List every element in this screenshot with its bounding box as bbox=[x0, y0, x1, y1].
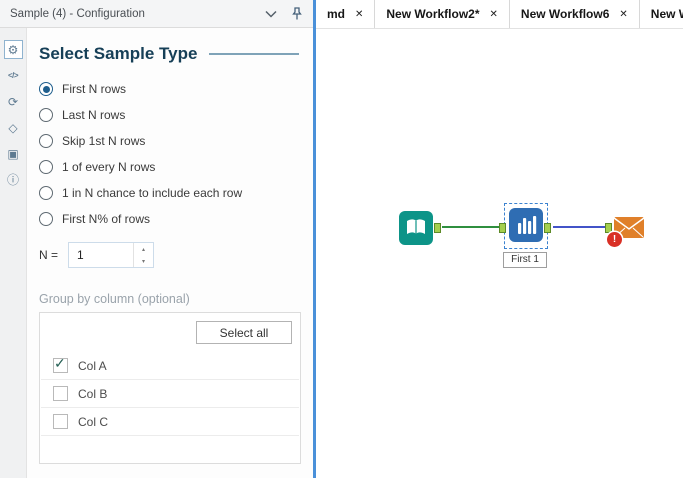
tab-workflow-partial[interactable]: md ✕ bbox=[316, 0, 376, 28]
radio-label: First N% of rows bbox=[62, 212, 151, 226]
radio-label: Skip 1st N rows bbox=[62, 134, 146, 148]
radio-option-last-n-rows[interactable]: Last N rows bbox=[39, 102, 301, 128]
n-spinner: ▴ ▾ bbox=[133, 243, 153, 267]
sample-tool[interactable] bbox=[509, 208, 543, 242]
n-input[interactable] bbox=[69, 243, 134, 267]
config-content: Select Sample Type First N rows Last N r… bbox=[27, 28, 313, 478]
group-by-box: Select all ✓ Col A Col B Col C bbox=[39, 312, 301, 464]
section-rule bbox=[209, 53, 299, 55]
radio-icon bbox=[39, 160, 53, 174]
checkbox-icon bbox=[53, 414, 68, 429]
sample-type-options: First N rows Last N rows Skip 1st N rows… bbox=[39, 76, 301, 232]
column-label: Col B bbox=[78, 386, 108, 401]
tab-new-workflow6[interactable]: New Workflow6 ✕ bbox=[510, 0, 640, 28]
sync-icon[interactable]: ⟳ bbox=[4, 92, 23, 111]
tab-label: md bbox=[327, 7, 345, 21]
connection-green[interactable] bbox=[442, 226, 503, 228]
radio-icon bbox=[39, 186, 53, 200]
radio-option-1-in-n-chance[interactable]: 1 in N chance to include each row bbox=[39, 180, 301, 206]
radio-label: Last N rows bbox=[62, 108, 126, 122]
tab-label: New Workflow6 bbox=[520, 7, 610, 21]
text-input-tool-icon bbox=[399, 211, 433, 245]
connection-blue[interactable] bbox=[553, 226, 608, 228]
column-row-col-a[interactable]: ✓ Col A bbox=[41, 352, 299, 380]
tab-new-workflow2[interactable]: New Workflow2* ✕ bbox=[375, 0, 510, 28]
check-icon: ✓ bbox=[54, 355, 66, 371]
settings-icon[interactable]: ⚙ bbox=[3, 40, 23, 59]
close-icon[interactable]: ✕ bbox=[355, 9, 363, 20]
info-icon[interactable]: ⓘ bbox=[4, 170, 23, 189]
tool-annotation-label: First 1 bbox=[503, 252, 547, 268]
radio-label: 1 in N chance to include each row bbox=[62, 186, 243, 200]
chevron-down-icon[interactable] bbox=[265, 10, 277, 18]
tag-icon[interactable]: ◇ bbox=[4, 118, 23, 137]
checkbox-checked-icon: ✓ bbox=[53, 355, 68, 373]
pin-icon[interactable] bbox=[291, 6, 303, 21]
app-window: Sample (4) - Configuration ⚙ </> ⟳ ◇ ▣ ⓘ… bbox=[0, 0, 683, 478]
sample-tool-icon bbox=[509, 208, 543, 242]
radio-icon bbox=[39, 82, 53, 96]
spinner-up-icon[interactable]: ▴ bbox=[134, 243, 153, 255]
column-row-col-b[interactable]: Col B bbox=[41, 380, 299, 408]
close-icon[interactable]: ✕ bbox=[619, 9, 627, 20]
text-input-tool[interactable] bbox=[399, 211, 433, 245]
radio-icon bbox=[39, 108, 53, 122]
tab-label: New Workflow2* bbox=[386, 7, 480, 21]
workflow-canvas[interactable]: First 1 ! bbox=[316, 29, 683, 478]
package-icon[interactable]: ▣ bbox=[4, 144, 23, 163]
n-control: ▴ ▾ bbox=[68, 242, 155, 268]
n-row: N = ▴ ▾ bbox=[39, 242, 301, 268]
panel-title: Sample (4) - Configuration bbox=[10, 7, 145, 20]
radio-label: First N rows bbox=[62, 82, 126, 96]
radio-option-first-n-rows[interactable]: First N rows bbox=[39, 76, 301, 102]
n-label: N = bbox=[39, 248, 59, 262]
tab-new-workflow-truncated[interactable]: New Workflo bbox=[640, 0, 683, 28]
radio-option-first-n-percent[interactable]: First N% of rows bbox=[39, 206, 301, 232]
section-title: Select Sample Type bbox=[39, 44, 198, 63]
panel-header: Sample (4) - Configuration bbox=[0, 0, 313, 28]
spinner-down-icon[interactable]: ▾ bbox=[134, 255, 153, 267]
tool-icon-strip: ⚙ </> ⟳ ◇ ▣ ⓘ bbox=[0, 28, 27, 478]
radio-icon bbox=[39, 134, 53, 148]
workflow-tabbar: md ✕ New Workflow2* ✕ New Workflow6 ✕ Ne… bbox=[316, 0, 683, 29]
close-icon[interactable]: ✕ bbox=[490, 9, 498, 20]
column-label: Col C bbox=[78, 414, 109, 429]
column-row-col-c[interactable]: Col C bbox=[41, 408, 299, 436]
column-list: ✓ Col A Col B Col C bbox=[40, 352, 300, 436]
select-all-button[interactable]: Select all bbox=[196, 321, 292, 344]
error-badge[interactable]: ! bbox=[607, 232, 622, 247]
radio-option-1-of-every-n-rows[interactable]: 1 of every N rows bbox=[39, 154, 301, 180]
group-by-label: Group by column (optional) bbox=[39, 292, 190, 306]
configuration-panel: Sample (4) - Configuration ⚙ </> ⟳ ◇ ▣ ⓘ… bbox=[0, 0, 313, 478]
radio-label: 1 of every N rows bbox=[62, 160, 156, 174]
tab-label: New Workflo bbox=[650, 7, 683, 21]
radio-option-skip-1st-n-rows[interactable]: Skip 1st N rows bbox=[39, 128, 301, 154]
checkbox-icon bbox=[53, 386, 68, 401]
section-head: Select Sample Type bbox=[39, 44, 301, 64]
input-anchor[interactable] bbox=[499, 223, 506, 233]
code-icon[interactable]: </> bbox=[4, 66, 23, 85]
output-anchor[interactable] bbox=[544, 223, 551, 233]
radio-icon bbox=[39, 212, 53, 226]
column-label: Col A bbox=[78, 358, 107, 373]
output-anchor[interactable] bbox=[434, 223, 441, 233]
